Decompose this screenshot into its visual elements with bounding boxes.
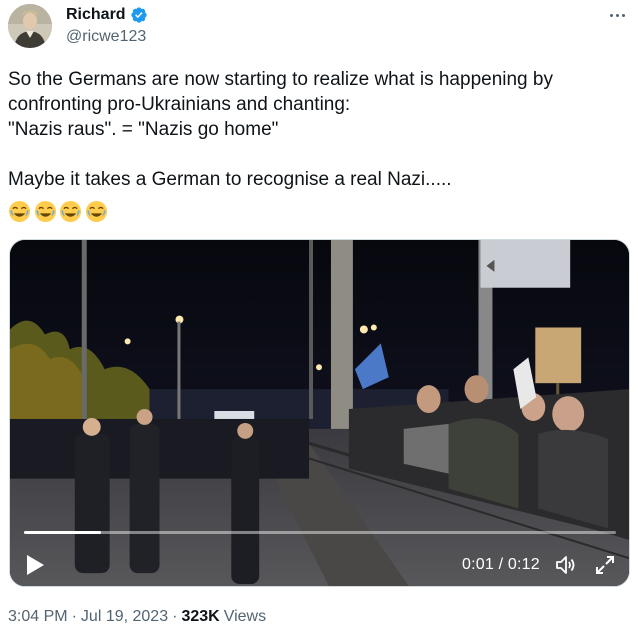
volume-icon[interactable] [554, 553, 578, 577]
user-handle[interactable]: @ricwe123 [66, 28, 146, 46]
laughing-emoji-icon [8, 200, 31, 223]
video-progress-bar[interactable] [24, 531, 616, 534]
display-name[interactable]: Richard [66, 6, 126, 24]
laughing-emoji-icon [59, 200, 82, 223]
separator-dot: · [172, 608, 178, 625]
tweet-line: "Nazis raus". = "Nazis go home" [8, 119, 279, 140]
laughing-emoji-icon [34, 200, 56, 223]
video-time: 0:01 / 0:12 [462, 556, 540, 573]
tweet-line: confronting pro-Ukrainians and chanting: [8, 94, 351, 115]
video-frame [10, 240, 629, 586]
emoji-row [8, 200, 110, 223]
tweet-text: So the Germans are now starting to reali… [8, 67, 630, 192]
views-count: 323K [181, 608, 220, 625]
tweet-date[interactable]: Jul 19, 2023 [81, 608, 168, 626]
tweet-line: So the Germans are now starting to reali… [8, 69, 553, 90]
tweet-time[interactable]: 3:04 PM [8, 608, 68, 626]
video-player[interactable]: 0:01 / 0:12 [9, 239, 630, 587]
separator-dot: · [71, 608, 77, 625]
laughing-emoji-icon [85, 200, 107, 223]
tweet-header: Richard @ricwe123 [8, 4, 630, 50]
fullscreen-icon[interactable] [595, 555, 615, 575]
verified-badge-icon [130, 7, 147, 23]
video-progress-fill [24, 531, 101, 534]
views-label: Views [223, 608, 267, 625]
tweet-meta: 3:04 PM · Jul 19, 2023 · 323K Views [8, 608, 266, 626]
tweet-line: Maybe it takes a German to recognise a r… [8, 169, 452, 190]
avatar[interactable] [8, 4, 52, 48]
ellipsis-icon[interactable] [606, 6, 628, 24]
play-icon[interactable] [24, 554, 46, 576]
tweet-line: ​ [8, 142, 630, 167]
